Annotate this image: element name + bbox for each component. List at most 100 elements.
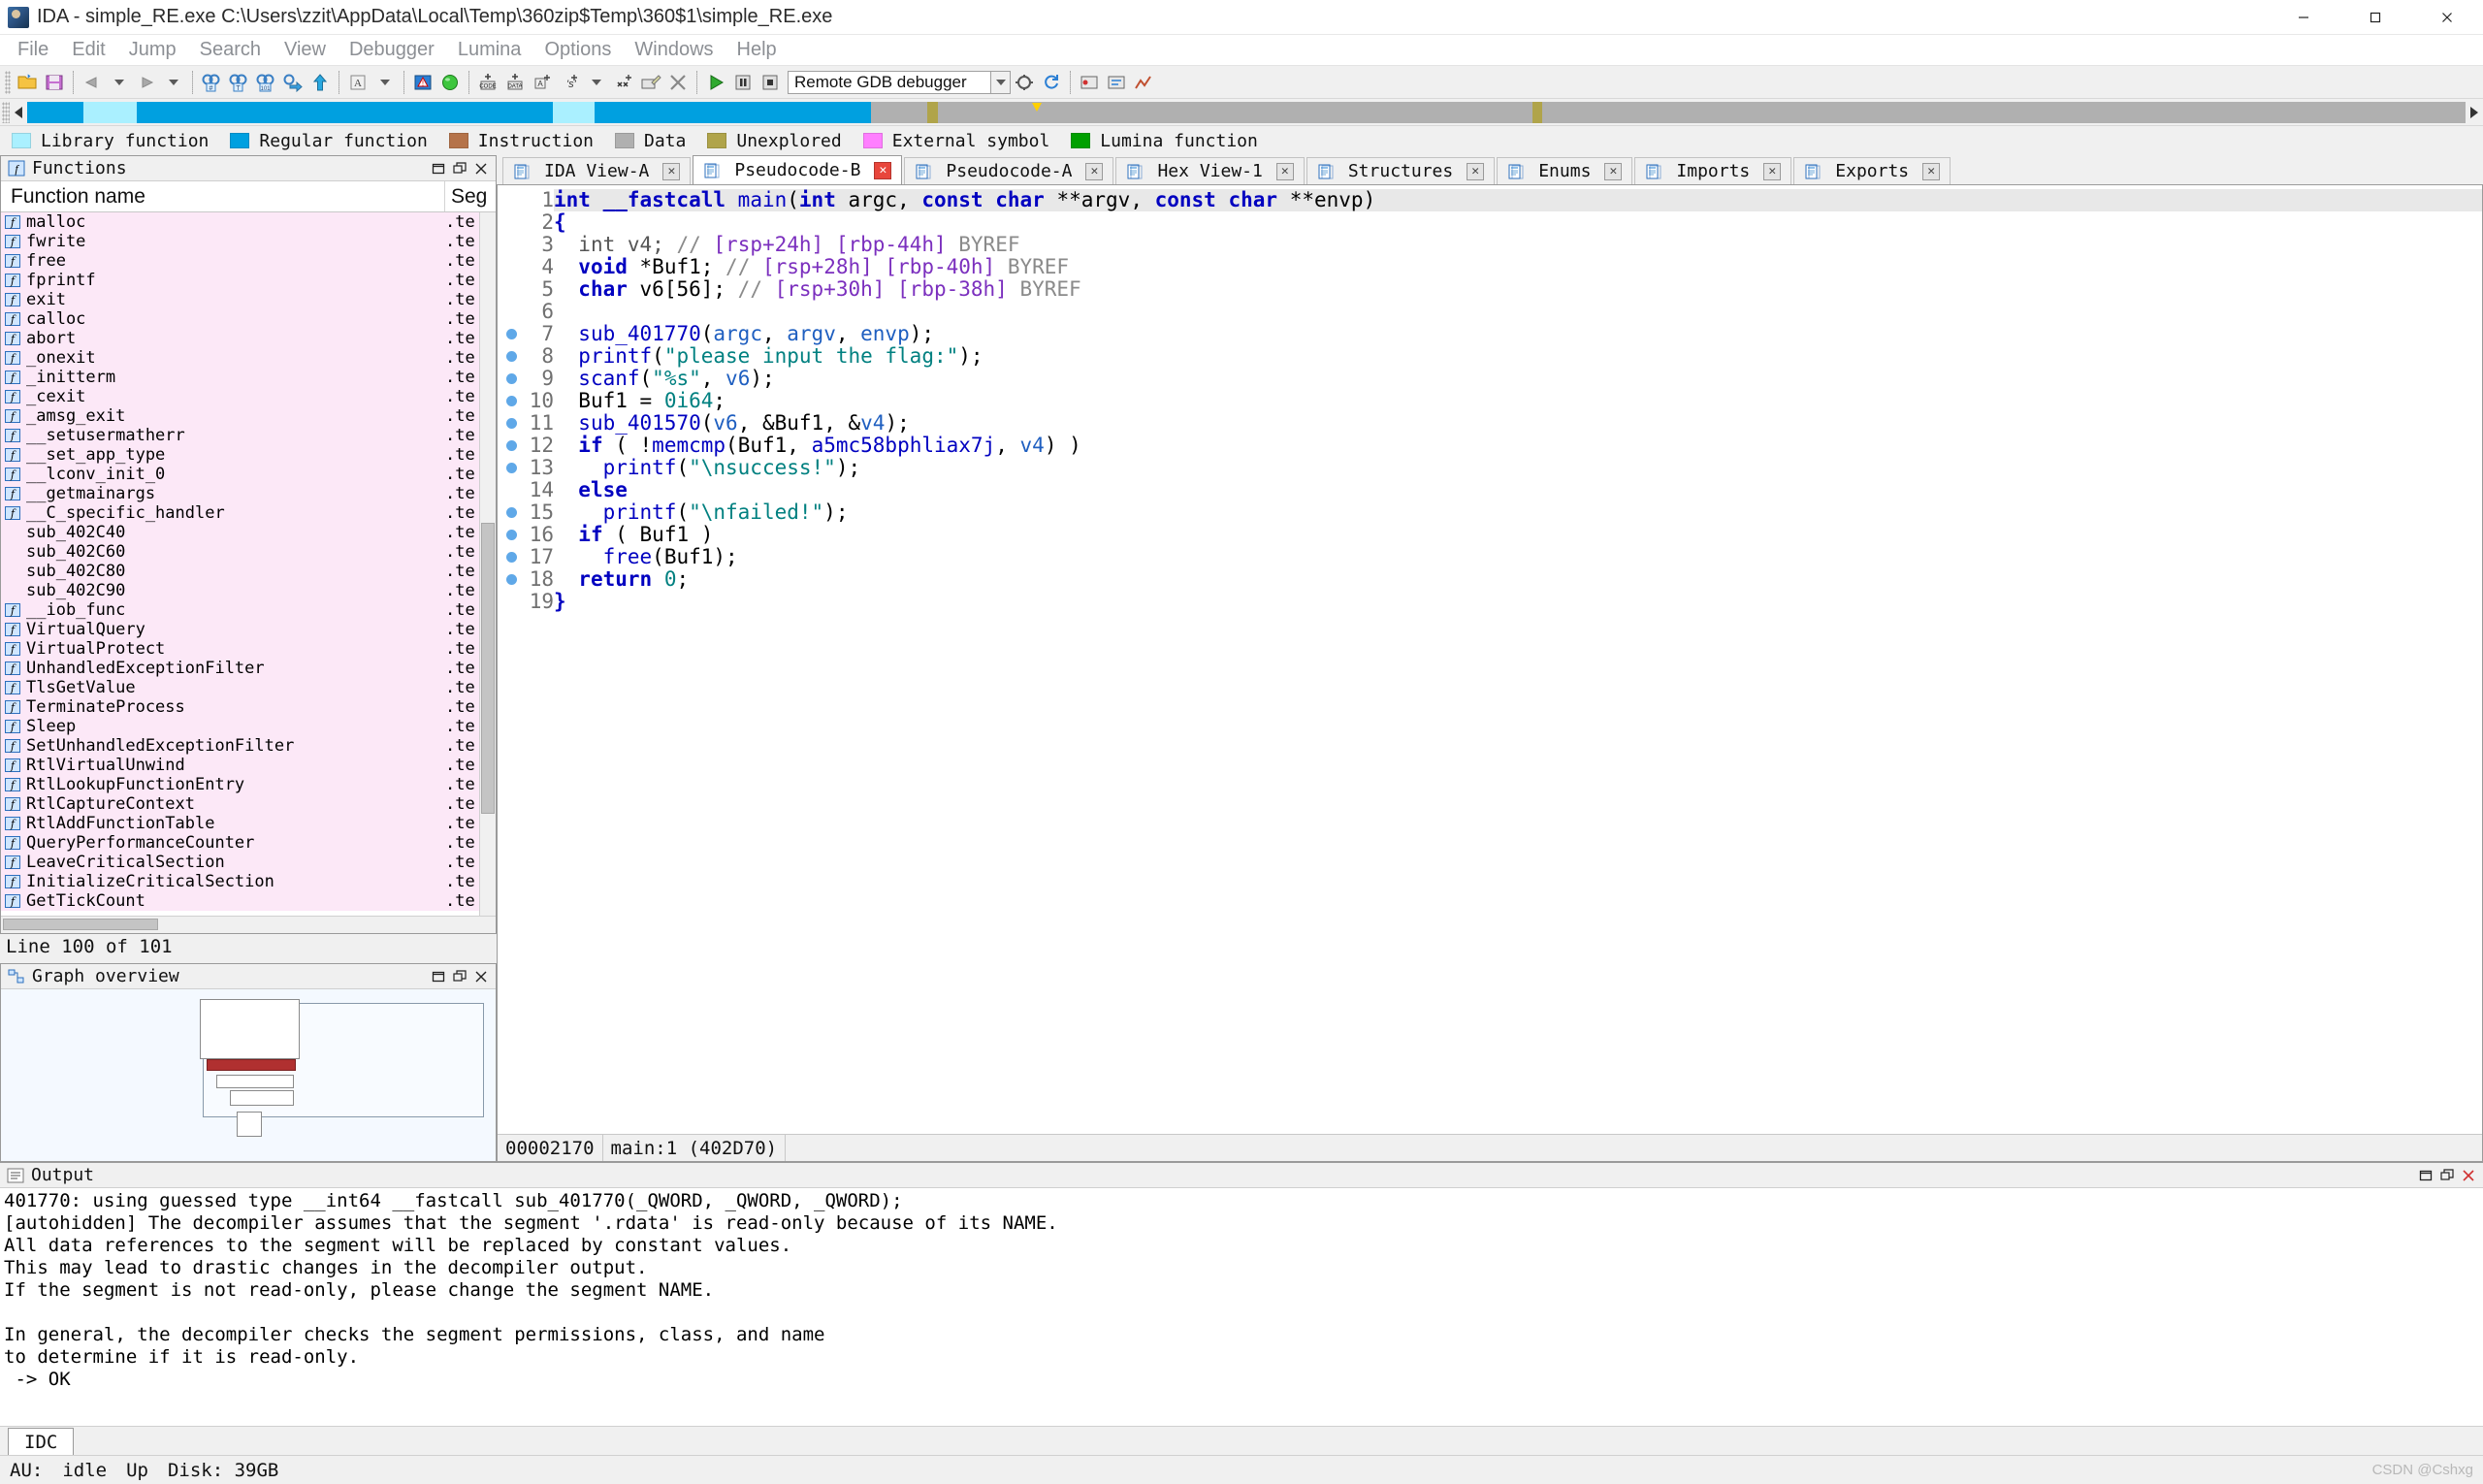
functions-restore-icon[interactable] xyxy=(428,158,449,179)
breakpoint-marker[interactable] xyxy=(498,278,525,301)
code-line[interactable]: return 0; xyxy=(554,568,2482,591)
graph-overview-canvas[interactable] xyxy=(1,989,496,1161)
code-line[interactable]: printf("\nsuccess!"); xyxy=(554,457,2482,479)
function-list-row[interactable]: f__iob_func.te xyxy=(1,600,496,620)
graph-float-icon[interactable] xyxy=(449,966,470,987)
breakpoint-gutter[interactable] xyxy=(498,185,525,1134)
search-next-icon[interactable] xyxy=(280,70,306,95)
undefine-icon[interactable] xyxy=(665,70,691,95)
code-line[interactable]: sub_401770(argc, argv, envp); xyxy=(554,323,2482,345)
function-list-row[interactable]: fexit.te xyxy=(1,290,496,309)
menu-options[interactable]: Options xyxy=(532,36,623,64)
graph-close-icon[interactable] xyxy=(470,966,492,987)
menu-windows[interactable]: Windows xyxy=(623,36,725,64)
function-list-row[interactable]: fSetUnhandledExceptionFilter.te xyxy=(1,736,496,756)
function-list-row[interactable]: fRtlVirtualUnwind.te xyxy=(1,756,496,775)
tab-exports[interactable]: Exports✕ xyxy=(1793,157,1951,184)
code-line[interactable]: int __fastcall main(int argc, const char… xyxy=(554,189,2482,211)
functions-vscrollbar[interactable] xyxy=(479,212,496,916)
code-line[interactable]: printf("please input the flag:"); xyxy=(554,345,2482,368)
code-line[interactable]: if ( !memcmp(Buf1, a5mc58bphliax7j, v4) … xyxy=(554,435,2482,457)
back-dropdown-icon[interactable] xyxy=(107,70,132,95)
warning-icon[interactable]: ! xyxy=(410,70,435,95)
function-list-row[interactable]: fcalloc.te xyxy=(1,309,496,329)
code-line[interactable]: printf("\nfailed!"); xyxy=(554,501,2482,524)
minimize-button[interactable] xyxy=(2268,0,2339,34)
breakpoint-marker[interactable] xyxy=(498,546,525,568)
code-line[interactable]: if ( Buf1 ) xyxy=(554,524,2482,546)
make-array-icon[interactable]: A xyxy=(530,70,555,95)
breakpoint-marker[interactable] xyxy=(498,345,525,368)
debugger-selector[interactable]: Remote GDB debugger xyxy=(788,71,1011,94)
breakpoint-marker[interactable] xyxy=(498,323,525,345)
function-list-row[interactable]: fsub_402C90.te xyxy=(1,581,496,600)
breakpoint-marker[interactable] xyxy=(498,412,525,435)
font-dropdown-icon[interactable] xyxy=(372,70,398,95)
tab-close-icon[interactable]: ✕ xyxy=(1763,163,1781,180)
functions-hscrollbar[interactable] xyxy=(1,916,496,933)
tab-enums[interactable]: Enums✕ xyxy=(1497,157,1632,184)
code-line[interactable]: void *Buf1; // [rsp+28h] [rbp-40h] BYREF xyxy=(554,256,2482,278)
code-line[interactable]: Buf1 = 0i64; xyxy=(554,390,2482,412)
function-list-row[interactable]: fGetTickCount.te xyxy=(1,891,496,911)
breakpoint-marker[interactable] xyxy=(498,457,525,479)
tab-close-icon[interactable]: ✕ xyxy=(662,163,680,180)
tab-pseudocode-a[interactable]: Pseudocode-A✕ xyxy=(904,157,1113,184)
functions-float-icon[interactable] xyxy=(449,158,470,179)
back-arrow-icon[interactable] xyxy=(80,70,105,95)
breakpoints-icon[interactable] xyxy=(1077,70,1102,95)
breakpoint-marker[interactable] xyxy=(498,568,525,591)
menu-help[interactable]: Help xyxy=(726,36,789,64)
breakpoint-marker[interactable] xyxy=(498,368,525,390)
run-green-icon[interactable] xyxy=(437,70,463,95)
tracing-icon[interactable] xyxy=(1131,70,1156,95)
debug-refresh-icon[interactable] xyxy=(1039,70,1064,95)
function-list-row[interactable]: fTlsGetValue.te xyxy=(1,678,496,697)
code-line[interactable]: } xyxy=(554,591,2482,613)
menu-edit[interactable]: Edit xyxy=(60,36,116,64)
jump-up-icon[interactable] xyxy=(307,70,333,95)
breakpoint-marker[interactable] xyxy=(498,256,525,278)
function-list-row[interactable]: fabort.te xyxy=(1,329,496,348)
breakpoint-marker[interactable] xyxy=(498,435,525,457)
functions-close-icon[interactable] xyxy=(470,158,492,179)
debug-run-icon[interactable] xyxy=(703,70,728,95)
function-list-row[interactable]: f__setusermatherr.te xyxy=(1,426,496,445)
function-list-row[interactable]: f_amsg_exit.te xyxy=(1,406,496,426)
tab-hex-view-1[interactable]: Hex View-1✕ xyxy=(1115,157,1304,184)
make-struct-icon[interactable] xyxy=(611,70,636,95)
menu-lumina[interactable]: Lumina xyxy=(446,36,533,64)
function-list-row[interactable]: f__lconv_init_0.te xyxy=(1,465,496,484)
navband-scroll-right[interactable] xyxy=(2466,107,2483,118)
breakpoint-marker[interactable] xyxy=(498,501,525,524)
output-restore-icon[interactable] xyxy=(2415,1165,2436,1186)
function-list-row[interactable]: f__getmainargs.te xyxy=(1,484,496,503)
function-list-row[interactable]: ffree.te xyxy=(1,251,496,271)
close-button[interactable] xyxy=(2411,0,2483,34)
menu-view[interactable]: View xyxy=(273,36,338,64)
column-header-function-name[interactable]: Function name xyxy=(1,181,445,211)
breakpoint-marker[interactable] xyxy=(498,189,525,211)
pseudocode-editor[interactable]: 12345678910111213141516171819 int __fast… xyxy=(498,185,2482,1134)
code-line[interactable]: else xyxy=(554,479,2482,501)
search-hash-icon[interactable]: # xyxy=(199,70,224,95)
output-close-icon[interactable] xyxy=(2458,1165,2479,1186)
code-line[interactable]: scanf("%s", v6); xyxy=(554,368,2482,390)
navband-strip[interactable] xyxy=(27,102,2466,123)
debug-stop-icon[interactable] xyxy=(758,70,783,95)
tab-close-icon[interactable]: ✕ xyxy=(1467,163,1484,180)
breakpoint-marker[interactable] xyxy=(498,591,525,613)
code-line[interactable]: sub_401570(v6, &Buf1, &v4); xyxy=(554,412,2482,435)
function-list-row[interactable]: fVirtualProtect.te xyxy=(1,639,496,659)
output-tab-idc[interactable]: IDC xyxy=(8,1428,74,1455)
pseudocode-text[interactable]: int __fastcall main(int argc, const char… xyxy=(554,185,2482,1134)
function-list-row[interactable]: fRtlLookupFunctionEntry.te xyxy=(1,775,496,794)
function-list-row[interactable]: fsub_402C60.te xyxy=(1,542,496,562)
navband-scroll-left[interactable] xyxy=(10,107,27,118)
tab-ida-view-a[interactable]: IDA View-A✕ xyxy=(502,157,691,184)
tab-close-icon[interactable]: ✕ xyxy=(1922,163,1940,180)
graph-restore-icon[interactable] xyxy=(428,966,449,987)
function-list-row[interactable]: f_initterm.te xyxy=(1,368,496,387)
search-text-icon[interactable]: T xyxy=(226,70,251,95)
function-list-row[interactable]: fTerminateProcess.te xyxy=(1,697,496,717)
